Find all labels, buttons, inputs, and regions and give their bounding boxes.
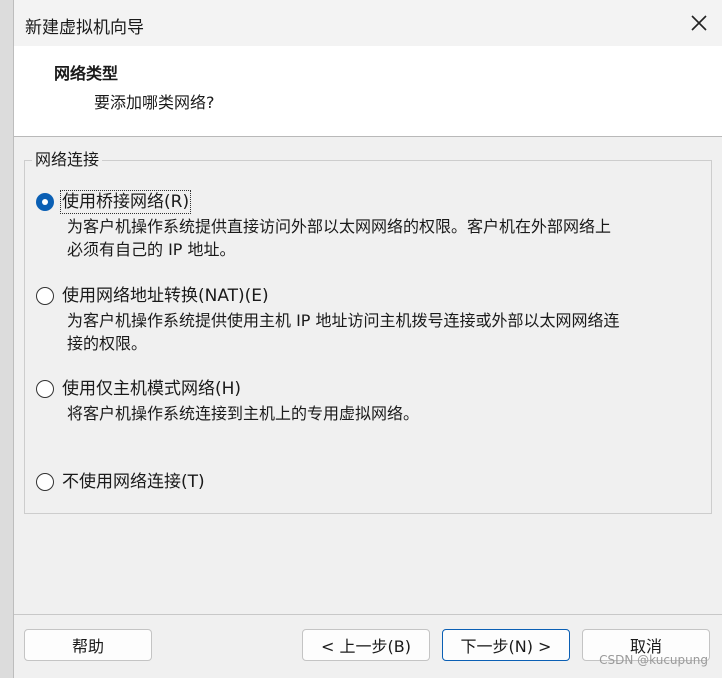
next-button[interactable]: 下一步(N) > (442, 629, 570, 661)
radio-nat[interactable]: 使用网络地址转换(NAT)(E) (36, 286, 269, 306)
help-button[interactable]: 帮助 (24, 629, 152, 661)
title-bar: 新建虚拟机向导 (14, 0, 722, 46)
radio-label-bridged: 使用桥接网络(R) (59, 190, 192, 214)
radio-button[interactable] (36, 287, 54, 305)
page-title: 网络类型 (54, 64, 119, 83)
description-line: 为客户机操作系统提供使用主机 IP 地址访问主机拨号连接或外部以太网网络连 (67, 311, 620, 330)
wizard-window: 新建虚拟机向导 网络类型 要添加哪类网络? 网络连接 使用桥接网络(R) 为客户… (13, 0, 722, 678)
radio-label-no-network: 不使用网络连接(T) (62, 472, 205, 492)
description-line: 将客户机操作系统连接到主机上的专用虚拟网络。 (67, 404, 420, 423)
close-button[interactable] (676, 0, 722, 46)
watermark: CSDN @kucupung (599, 653, 708, 667)
radio-button[interactable] (36, 473, 54, 491)
page-subtitle: 要添加哪类网络? (94, 93, 215, 112)
description-line: 为客户机操作系统提供直接访问外部以太网网络的权限。客户机在外部网络上 (67, 217, 612, 236)
wizard-header: 网络类型 要添加哪类网络? (14, 46, 722, 137)
window-title: 新建虚拟机向导 (25, 18, 144, 38)
radio-button[interactable] (36, 380, 54, 398)
radio-host-only[interactable]: 使用仅主机模式网络(H) (36, 379, 241, 399)
host-only-description: 将客户机操作系统连接到主机上的专用虚拟网络。 (67, 402, 707, 425)
radio-no-network[interactable]: 不使用网络连接(T) (36, 472, 205, 492)
group-legend: 网络连接 (32, 151, 103, 169)
radio-label-host-only: 使用仅主机模式网络(H) (62, 379, 242, 399)
back-button[interactable]: < 上一步(B) (302, 629, 430, 661)
nat-description: 为客户机操作系统提供使用主机 IP 地址访问主机拨号连接或外部以太网网络连 接的… (67, 309, 707, 355)
footer-divider (14, 614, 722, 615)
radio-label-nat: 使用网络地址转换(NAT)(E) (62, 286, 269, 306)
description-line: 接的权限。 (67, 334, 148, 353)
close-icon (691, 15, 707, 31)
radio-button-checked[interactable] (36, 193, 54, 211)
bridged-description: 为客户机操作系统提供直接访问外部以太网网络的权限。客户机在外部网络上 必须有自己… (67, 215, 707, 261)
radio-bridged[interactable]: 使用桥接网络(R) (36, 190, 192, 214)
description-line: 必须有自己的 IP 地址。 (67, 240, 236, 259)
